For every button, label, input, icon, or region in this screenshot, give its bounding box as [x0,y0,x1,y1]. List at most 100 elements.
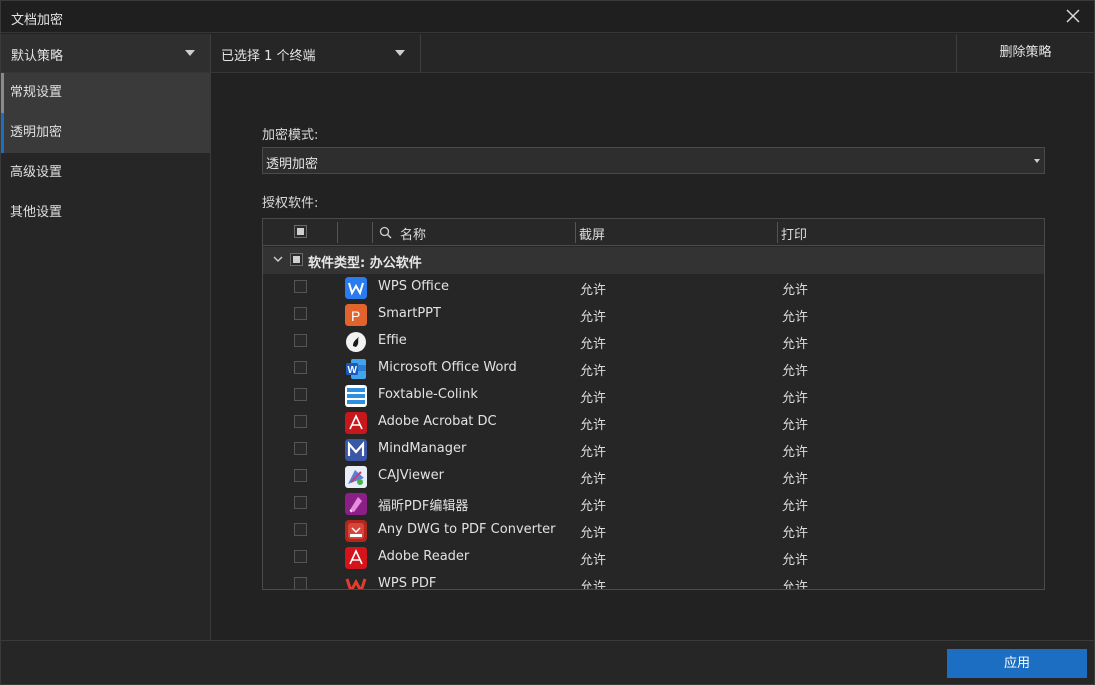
column-divider [777,222,778,243]
table-row[interactable]: WPS Office 允许 允许 [263,274,1044,301]
selection-bar [1,73,4,113]
mindmanager-icon [345,439,367,461]
screenshot-permission: 允许 [580,391,607,406]
sidebar-item-label: 常规设置 [10,85,63,100]
software-table: 名称 截屏 打印 软件类型: 办公软件 WPS Office 允许 允许 P S… [262,218,1045,590]
screenshot-permission: 允许 [580,364,607,379]
sidebar-item-transparent-encryption[interactable]: 透明加密 [1,113,211,153]
print-permission: 允许 [782,445,809,460]
window-title: 文档加密 [11,13,64,28]
word-icon: W [346,359,366,379]
main-panel: 加密模式: 透明加密 授权软件: 名称 截屏 打印 软件类型: 办公软件 WPS… [212,73,1094,640]
row-checkbox[interactable] [294,442,307,455]
print-permission: 允许 [782,472,809,487]
dialog-window: 文档加密 默认策略 已选择 1 个终端 删除策略 常规设置 透明加密 高级设置 … [0,0,1095,685]
smartppt-icon: P [345,304,367,326]
group-label: 软件类型: 办公软件 [308,256,422,271]
table-row[interactable]: MindManager 允许 允许 [263,436,1044,463]
row-checkbox[interactable] [294,388,307,401]
screenshot-permission: 允许 [580,418,607,433]
row-checkbox[interactable] [294,415,307,428]
chevron-down-icon [1034,159,1040,163]
effie-icon [346,332,366,352]
column-divider [575,222,576,243]
group-checkbox[interactable] [290,253,303,266]
select-all-checkbox[interactable] [294,225,307,238]
svg-text:W: W [348,365,358,376]
encryption-mode-value: 透明加密 [266,157,319,172]
table-row[interactable]: Adobe Reader 允许 允许 [263,544,1044,571]
chevron-down-icon [395,50,405,56]
search-icon[interactable] [379,226,392,239]
table-row[interactable]: Any DWG to PDF Converter 允许 允许 [263,517,1044,544]
toolbar: 默认策略 已选择 1 个终端 删除策略 [1,34,1094,73]
policy-dropdown[interactable]: 默认策略 [1,34,211,72]
row-checkbox[interactable] [294,523,307,536]
chevron-down-icon[interactable] [272,253,284,265]
row-checkbox[interactable] [294,577,307,589]
delete-policy-button[interactable]: 删除策略 [956,34,1094,72]
app-name: MindManager [378,441,467,456]
screenshot-permission: 允许 [580,499,607,514]
print-permission: 允许 [782,391,809,406]
close-icon[interactable] [1064,7,1082,25]
foxtable-icon [345,385,367,407]
app-name: CAJViewer [378,468,444,483]
table-row[interactable]: Effie 允许 允许 [263,328,1044,355]
table-row[interactable]: W Microsoft Office Word 允许 允许 [263,355,1044,382]
table-row[interactable]: P SmartPPT 允许 允许 [263,301,1044,328]
print-permission: 允许 [782,526,809,541]
encryption-mode-label: 加密模式: [262,128,319,143]
app-name: Adobe Reader [378,549,470,564]
row-checkbox[interactable] [294,307,307,320]
sidebar-item-advanced[interactable]: 高级设置 [1,153,211,193]
sidebar-item-label: 高级设置 [10,165,63,180]
app-name: 福昕PDF编辑器 [378,499,469,514]
table-row[interactable]: CAJViewer 允许 允许 [263,463,1044,490]
table-row[interactable]: Adobe Acrobat DC 允许 允许 [263,409,1044,436]
table-header: 名称 截屏 打印 [263,219,1044,246]
wps-pdf-icon [345,578,367,589]
group-row-office[interactable]: 软件类型: 办公软件 [263,247,1044,274]
column-header-name[interactable]: 名称 [400,224,426,243]
column-divider [337,222,338,243]
row-checkbox[interactable] [294,361,307,374]
row-checkbox[interactable] [294,469,307,482]
row-checkbox[interactable] [294,496,307,509]
table-row[interactable]: Foxtable-Colink 允许 允许 [263,382,1044,409]
print-permission: 允许 [782,580,809,590]
screenshot-permission: 允许 [580,310,607,325]
app-name: Adobe Acrobat DC [378,414,497,429]
screenshot-permission: 允许 [580,445,607,460]
app-name: Foxtable-Colink [378,387,478,402]
screenshot-permission: 允许 [580,580,607,590]
sidebar-item-other[interactable]: 其他设置 [1,193,211,233]
app-name: Microsoft Office Word [378,360,517,375]
sidebar-item-general[interactable]: 常规设置 [1,73,211,113]
row-checkbox[interactable] [294,280,307,293]
chevron-down-icon [185,50,195,56]
row-checkbox[interactable] [294,334,307,347]
table-row[interactable]: WPS PDF 允许 允许 [263,571,1044,590]
print-permission: 允许 [782,553,809,568]
policy-dropdown-label: 默认策略 [11,49,64,64]
footer-bar: 应用 [1,640,1094,684]
terminal-dropdown-label: 已选择 1 个终端 [221,49,316,64]
wps-office-icon [345,277,367,299]
terminal-dropdown[interactable]: 已选择 1 个终端 [212,34,421,72]
print-permission: 允许 [782,499,809,514]
encryption-mode-select[interactable]: 透明加密 [262,147,1045,174]
print-permission: 允许 [782,310,809,325]
app-name: WPS PDF [378,576,437,590]
screenshot-permission: 允许 [580,472,607,487]
apply-button[interactable]: 应用 [947,649,1087,678]
row-checkbox[interactable] [294,550,307,563]
column-header-print[interactable]: 打印 [781,224,807,243]
svg-text:P: P [351,308,360,324]
app-name: Effie [378,333,407,348]
sidebar-item-label: 其他设置 [10,205,63,220]
column-header-screenshot[interactable]: 截屏 [579,224,605,243]
screenshot-permission: 允许 [580,283,607,298]
table-row[interactable]: 福昕PDF编辑器 允许 允许 [263,490,1044,517]
print-permission: 允许 [782,364,809,379]
